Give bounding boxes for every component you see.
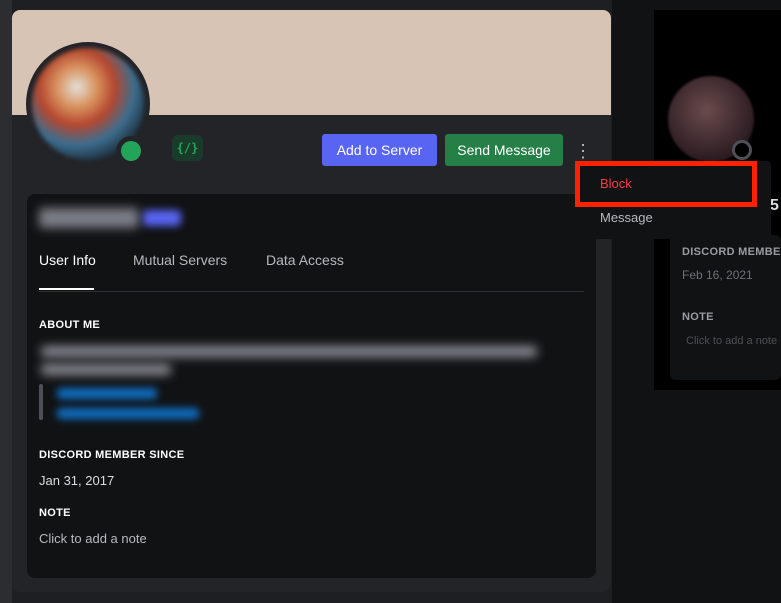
message-menu-item[interactable]: Message [600, 210, 653, 225]
active-tab-indicator [39, 288, 94, 290]
active-developer-badge-icon[interactable]: {/} [172, 135, 203, 161]
user-profile-modal: {/} Add to Server Send Message ⋮ User In… [12, 10, 611, 592]
background-username-fragment: 5 [770, 197, 779, 214]
tab-user-info[interactable]: User Info [39, 252, 96, 268]
member-since-value: Jan 31, 2017 [39, 473, 115, 488]
profile-tabs: User Info Mutual Servers Data Access [39, 244, 584, 292]
about-me-label: ABOUT ME [39, 319, 101, 331]
username-tag-blurred [143, 210, 181, 226]
about-me-text-blurred [41, 364, 171, 375]
online-status-icon [121, 141, 141, 161]
note-label: NOTE [39, 507, 71, 519]
about-me-link-blurred[interactable] [57, 388, 157, 399]
about-me-link-blurred[interactable] [57, 408, 199, 419]
tab-data-access[interactable]: Data Access [266, 252, 344, 268]
background-status-icon [732, 140, 752, 160]
background-note-input[interactable]: Click to add a note [686, 335, 777, 347]
send-message-button[interactable]: Send Message [445, 134, 563, 166]
background-member-since-label: DISCORD MEMBE [682, 246, 781, 258]
profile-body: User Info Mutual Servers Data Access ABO… [27, 194, 596, 578]
background-panel-left [0, 0, 12, 603]
background-note-label: NOTE [682, 311, 714, 323]
member-since-label: DISCORD MEMBER SINCE [39, 449, 185, 461]
about-me-text-blurred [41, 346, 537, 357]
add-to-server-button[interactable]: Add to Server [322, 134, 437, 166]
background-member-since-value: Feb 16, 2021 [682, 268, 753, 282]
quote-bar [39, 384, 43, 420]
tab-mutual-servers[interactable]: Mutual Servers [133, 252, 227, 268]
username-blurred [39, 208, 139, 228]
block-highlight-box [575, 161, 757, 207]
note-input[interactable]: Click to add a note [39, 531, 147, 546]
